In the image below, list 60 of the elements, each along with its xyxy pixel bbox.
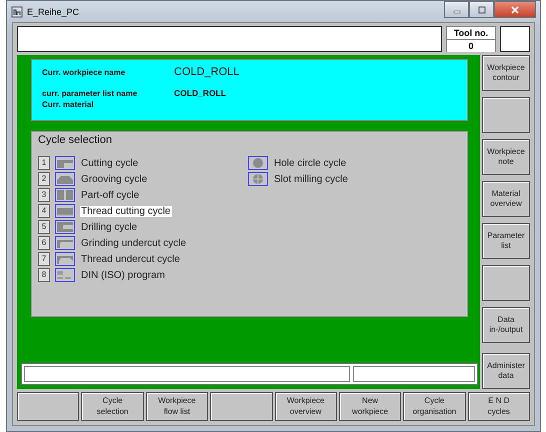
softkey-button[interactable]: Cycle selection <box>81 392 144 421</box>
tool-display <box>500 26 530 52</box>
maximize-icon <box>476 6 486 14</box>
cycle-icon <box>55 156 75 170</box>
number-key[interactable]: 6 <box>38 236 50 250</box>
parameter-value: COLD_ROLL <box>174 88 226 98</box>
parameter-label: curr. parameter list name <box>42 89 138 98</box>
milling-icon <box>248 172 268 186</box>
side-button[interactable]: Material overview <box>482 181 530 217</box>
cycle-option[interactable]: Grinding undercut cycle <box>80 238 188 248</box>
side-button[interactable]: Workpiece contour <box>482 55 530 91</box>
number-key[interactable]: 3 <box>38 188 50 202</box>
app-icon <box>11 6 23 18</box>
number-key[interactable]: 7 <box>38 252 50 266</box>
workpiece-value: COLD_ROLL <box>174 66 240 78</box>
side-button[interactable]: Administer data <box>482 353 530 389</box>
material-label: Curr. material <box>42 100 95 109</box>
cycle-icon <box>55 172 75 186</box>
side-button[interactable] <box>482 265 530 301</box>
cycle-option[interactable]: Part-off cycle <box>80 190 140 200</box>
cycle-option[interactable]: Hole circle cycle <box>273 158 348 168</box>
maximize-button[interactable] <box>469 1 494 18</box>
milling-icon <box>248 156 268 170</box>
softkey-button[interactable]: Workpiece overview <box>274 392 337 421</box>
softkey-button[interactable]: Cycle organisation <box>403 392 466 421</box>
cycle-option[interactable]: Grooving cycle <box>80 174 148 184</box>
number-key[interactable]: 5 <box>38 220 50 234</box>
cycle-option[interactable]: Drilling cycle <box>80 222 138 232</box>
number-key[interactable]: 1 <box>38 156 50 170</box>
softkey-button[interactable]: New workpiece <box>338 392 402 421</box>
number-key[interactable]: 4 <box>38 204 50 218</box>
side-button[interactable]: Parameter list <box>482 223 530 259</box>
cycle-option[interactable]: Thread cutting cycle <box>80 206 172 216</box>
workpiece-label: Curr. workpiece name <box>42 68 126 77</box>
softkey-button[interactable]: Workpiece flow list <box>146 392 208 421</box>
close-button[interactable] <box>494 1 536 18</box>
tool-label: Tool no. <box>447 27 495 40</box>
cycle-icon <box>55 252 75 266</box>
cycle-icon <box>55 220 75 234</box>
side-button[interactable] <box>482 97 530 133</box>
side-button[interactable]: Workpiece note <box>482 139 530 175</box>
cycle-icon <box>55 268 75 282</box>
cycle-icon <box>55 204 75 218</box>
cycle-option[interactable]: Slot milling cycle <box>273 174 349 184</box>
softkey-button[interactable]: E N D cycles <box>468 392 530 421</box>
cycle-option[interactable]: Cutting cycle <box>80 158 140 168</box>
window-title: E_Reihe_PC <box>27 6 80 16</box>
cycle-icon <box>55 236 75 250</box>
close-icon <box>510 6 520 14</box>
tool-value: 0 <box>447 40 495 52</box>
softkey-button[interactable] <box>17 392 80 421</box>
softkey-button[interactable] <box>210 392 272 421</box>
cycle-icon <box>55 188 75 202</box>
cycle-option[interactable]: Thread undercut cycle <box>80 254 181 264</box>
number-key[interactable]: 2 <box>38 172 50 186</box>
cycle-selection-title: Cycle selection <box>38 134 113 146</box>
side-button[interactable]: Data in-/output <box>482 307 530 343</box>
cycle-option[interactable]: DIN (ISO) program <box>80 270 166 280</box>
minimize-button[interactable] <box>444 1 469 18</box>
number-key[interactable]: 8 <box>38 268 50 282</box>
